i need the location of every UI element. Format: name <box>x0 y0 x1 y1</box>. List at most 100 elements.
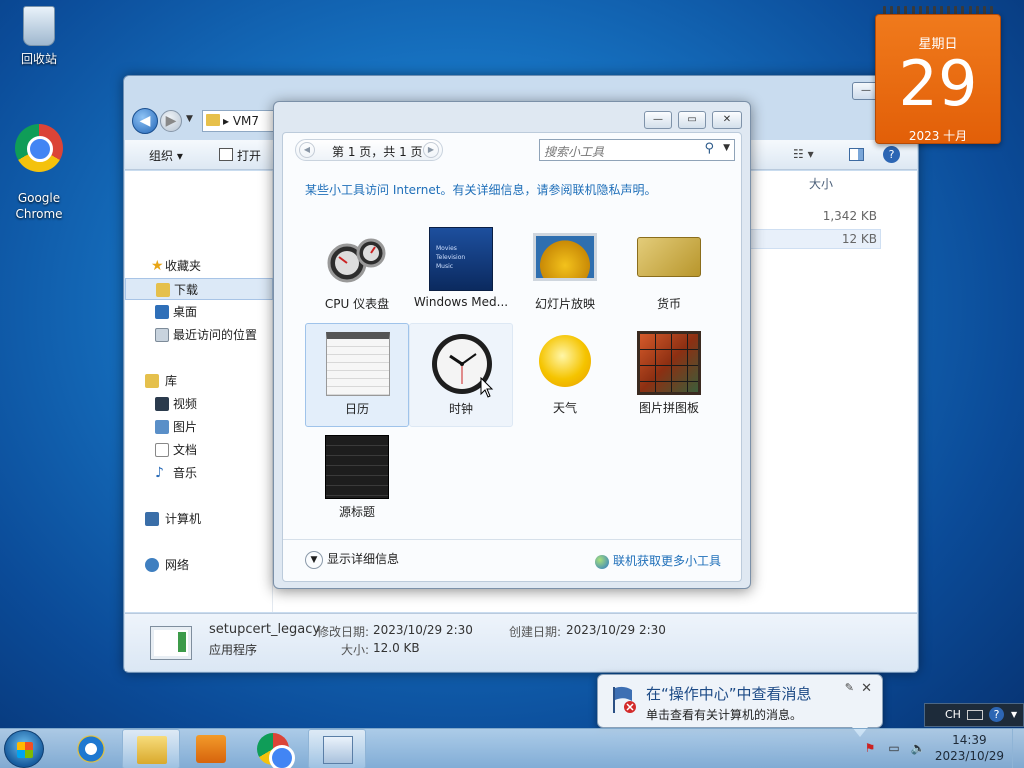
nav-music[interactable]: ♪ 音乐 <box>125 462 273 484</box>
taskbar-ie[interactable] <box>62 729 120 768</box>
gadget-tile-media-center[interactable]: Movies Television Music Windows Med... <box>409 219 513 323</box>
clock-time: 14:39 <box>952 733 987 747</box>
recycle-bin-icon <box>23 6 55 46</box>
taskbar-gadgets[interactable] <box>308 729 366 768</box>
weather-icon <box>539 335 591 387</box>
gadget-tile-slideshow[interactable]: 幻灯片放映 <box>513 219 617 323</box>
gadget-label: Windows Med... <box>413 295 509 309</box>
calendar-gadget[interactable]: 星期日 29 2023 十月 <box>875 6 1001 144</box>
nav-network[interactable]: 网络 <box>125 554 273 576</box>
network-tray-icon[interactable]: ▭ <box>886 741 902 757</box>
show-desktop-button[interactable] <box>1012 729 1024 768</box>
privacy-notice-link[interactable]: 某些小工具访问 Internet。有关详细信息，请参阅联机隐私声明。 <box>305 181 656 198</box>
nav-documents[interactable]: 文档 <box>125 439 273 461</box>
nav-network-label: 网络 <box>165 558 190 572</box>
globe-icon <box>594 554 609 569</box>
media-player-icon <box>196 735 226 763</box>
address-bar[interactable]: ▸ VM7 <box>202 110 278 132</box>
nav-libraries[interactable]: 库 <box>125 370 273 392</box>
get-more-gadgets-link[interactable]: 联机获取更多小工具 <box>594 552 721 569</box>
gadget-tile-currency[interactable]: 货币 <box>617 219 721 323</box>
column-header-size[interactable]: 大小 <box>809 175 833 192</box>
gallery-footer: ▼ 显示详细信息 联机获取更多小工具 <box>283 539 741 581</box>
options-icon[interactable]: ✎ <box>845 681 854 694</box>
desktop-icon-label: 回收站 <box>20 52 57 66</box>
taskbar-explorer[interactable] <box>122 729 180 768</box>
minimize-button[interactable]: — <box>644 111 672 129</box>
gadget-tile-calendar[interactable]: 日历 <box>305 323 409 427</box>
close-icon[interactable]: ✕ <box>861 681 872 696</box>
nav-computer-label: 计算机 <box>165 512 202 526</box>
details-pane: setupcert_legacy 应用程序 修改日期: 2023/10/29 2… <box>125 613 917 671</box>
nav-recent[interactable]: 最近访问的位置 <box>125 324 273 346</box>
open-file-icon <box>219 148 233 161</box>
volume-tray-icon[interactable]: 🔈 <box>910 741 926 757</box>
folder-icon <box>206 114 220 126</box>
nav-pictures[interactable]: 图片 <box>125 416 273 438</box>
forward-button[interactable]: ▶ <box>160 110 182 132</box>
close-button[interactable]: ✕ <box>712 111 742 129</box>
action-center-tray-icon[interactable]: ⚑ <box>862 741 878 757</box>
nav-desktop[interactable]: 桌面 <box>125 301 273 323</box>
music-icon: ♪ <box>155 465 164 481</box>
language-bar[interactable]: CH ? ▼ <box>924 703 1024 727</box>
desktop-icon-recycle-bin[interactable]: 回收站 <box>4 6 74 67</box>
feed-headlines-icon <box>325 435 389 499</box>
taskbar-media-player[interactable] <box>182 729 240 768</box>
view-options-icon[interactable]: ☷ ▾ <box>793 147 814 161</box>
help-icon[interactable]: ? <box>989 707 1004 722</box>
gadget-tile-cpu-meter[interactable]: CPU 仪表盘 <box>305 219 409 323</box>
gadget-tile-picture-puzzle[interactable]: 图片拼图板 <box>617 323 721 427</box>
nav-computer[interactable]: 计算机 <box>125 508 273 530</box>
next-page-icon[interactable]: ▶ <box>423 142 439 158</box>
search-icon[interactable]: ⚲ <box>704 141 714 156</box>
gadget-tile-clock[interactable]: 时钟 <box>409 323 513 427</box>
action-center-notification[interactable]: 在“操作中心”中查看消息 单击查看有关计算机的消息。 ✎ ✕ <box>597 674 883 737</box>
gadget-gallery-content: ◀ 第 1 页，共 1 页 ▶ 搜索小工具 ⚲ ▼ 某些小工具访问 Intern… <box>282 132 742 582</box>
open-button[interactable]: 打开 <box>237 147 261 164</box>
help-icon[interactable]: ? <box>883 146 900 163</box>
currency-icon <box>637 237 701 277</box>
chrome-icon <box>15 124 63 172</box>
internet-explorer-icon <box>76 735 106 763</box>
application-file-icon <box>150 626 192 660</box>
gadgets-icon <box>323 736 353 764</box>
desktop-icon-chrome[interactable]: Google Chrome <box>4 110 74 236</box>
documents-icon <box>155 443 169 457</box>
gadget-search-input[interactable]: 搜索小工具 ⚲ ▼ <box>539 139 735 161</box>
taskbar-chrome[interactable] <box>244 729 302 768</box>
nav-videos[interactable]: 视频 <box>125 393 273 415</box>
chrome-icon <box>257 733 295 768</box>
calendar-page: 星期日 29 2023 十月 <box>875 14 1001 144</box>
nav-favorites[interactable]: ★ 收藏夹 <box>125 255 273 277</box>
network-icon <box>145 558 159 572</box>
options-icon[interactable]: ▼ <box>1011 710 1017 719</box>
history-dropdown-icon[interactable]: ▼ <box>186 114 193 124</box>
system-clock[interactable]: 14:39 2023/10/29 <box>935 732 1004 764</box>
back-button[interactable]: ◀ <box>132 108 158 134</box>
cpu-meter-icon <box>327 238 386 283</box>
language-indicator[interactable]: CH <box>945 708 961 721</box>
search-placeholder: 搜索小工具 <box>544 145 605 159</box>
gadget-tile-weather[interactable]: 天气 <box>513 323 617 427</box>
nav-downloads[interactable]: 下载 <box>125 278 273 300</box>
nav-music-label: 音乐 <box>173 466 198 480</box>
gadget-tile-feed-headlines[interactable]: 源标题 <box>305 427 409 531</box>
chevron-down-icon[interactable]: ▼ <box>723 143 730 153</box>
start-button[interactable] <box>4 730 44 768</box>
gadget-label: 图片拼图板 <box>638 401 699 415</box>
gadget-gallery-window[interactable]: — ▭ ✕ ◀ 第 1 页，共 1 页 ▶ 搜索小工具 ⚲ ▼ 某些小工具访问 … <box>273 101 751 589</box>
calendar-year-month: 2023 十月 <box>908 129 968 143</box>
keyboard-icon[interactable] <box>967 710 983 720</box>
nav-downloads-label: 下载 <box>174 283 199 297</box>
page-indicator: 第 1 页，共 1 页 <box>332 145 423 159</box>
mouse-cursor-icon <box>480 377 494 398</box>
restore-button[interactable]: ▭ <box>678 111 706 129</box>
page-navigator: ◀ 第 1 页，共 1 页 ▶ <box>295 139 443 161</box>
preview-pane-icon[interactable] <box>849 148 864 161</box>
organize-button[interactable]: 组织 ▾ <box>149 147 183 164</box>
show-details-button[interactable]: ▼ 显示详细信息 <box>305 550 399 569</box>
details-created-label: 创建日期: <box>509 625 562 639</box>
notification-body: 单击查看有关计算机的消息。 <box>646 708 803 722</box>
previous-page-icon[interactable]: ◀ <box>299 142 315 158</box>
